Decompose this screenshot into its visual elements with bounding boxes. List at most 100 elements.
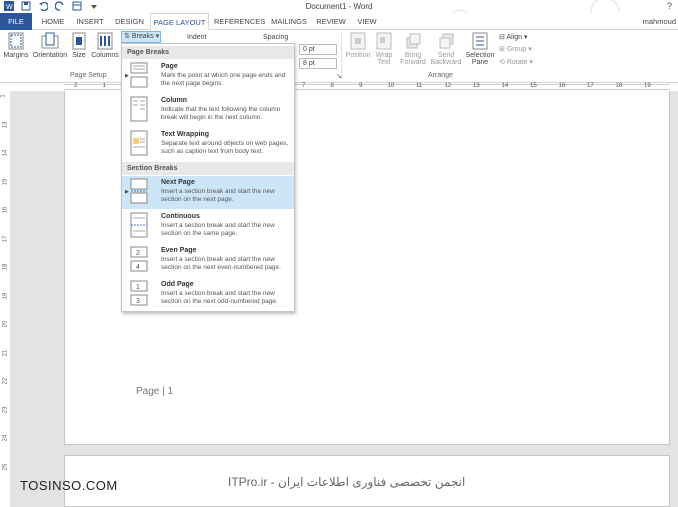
watermark-right: ITPro.ir - انجمن تخصصی فناوری اطلاعات ای… <box>228 475 466 489</box>
watermark-left: TOSINSO.COM <box>20 478 118 493</box>
svg-text:3: 3 <box>136 298 140 305</box>
selection-pane-label-2: Pane <box>471 59 489 66</box>
tab-view[interactable]: VIEW <box>354 13 380 30</box>
rotate-label: Rotate <box>506 59 528 66</box>
size-label: Size <box>72 52 86 59</box>
wrap-text-label-2: Text <box>377 59 391 66</box>
vruler-number: 16 <box>2 206 9 214</box>
columns-button[interactable]: Columns <box>91 32 119 59</box>
position-button[interactable]: Position <box>344 32 372 59</box>
ruler-number: 2 <box>74 83 78 89</box>
spacing-before-input[interactable]: 0 pt <box>299 44 337 55</box>
vruler-number: 18 <box>2 263 9 271</box>
tab-references[interactable]: REFERENCES <box>214 13 265 30</box>
vruler-number: 22 <box>2 377 9 385</box>
orientation-button[interactable]: Orientation <box>30 32 70 59</box>
send-backward-icon <box>439 33 454 49</box>
menu-item-column[interactable]: Column Indicate that the text following … <box>122 94 294 127</box>
ruler-number: 14 <box>501 83 509 89</box>
menu-item-title: Text Wrapping <box>161 131 209 138</box>
size-icon <box>72 32 86 50</box>
ruler-number: 10 <box>387 83 395 89</box>
arrange-group-label: Arrange <box>428 72 453 79</box>
wrap-text-icon <box>376 32 392 50</box>
rotate-button[interactable]: ⟲ Rotate ▾ <box>499 58 533 66</box>
ruler-number: 12 <box>444 83 452 89</box>
arrow-icon: ▶ <box>125 189 129 195</box>
arrow-icon: ▶ <box>125 73 129 79</box>
breaks-button[interactable]: ⇅ Breaks ▾ <box>121 31 161 43</box>
vruler-number: 20 <box>2 320 9 328</box>
columns-icon <box>97 32 113 50</box>
tab-design[interactable]: DESIGN <box>112 13 147 30</box>
tab-insert[interactable]: INSERT <box>74 13 106 30</box>
next-page-icon <box>130 178 148 204</box>
spacing-label: Spacing <box>263 34 289 41</box>
tab-mailings[interactable]: MAILINGS <box>269 13 309 30</box>
breaks-dropdown: Page Breaks ▶ Page Mark the point at whi… <box>121 43 295 312</box>
svg-text:1: 1 <box>136 284 140 291</box>
selection-pane-label-1: Selection <box>465 52 495 59</box>
menu-item-next-page[interactable]: ▶ Next Page Insert a section break and s… <box>122 176 294 209</box>
tab-page-layout[interactable]: PAGE LAYOUT <box>150 13 209 30</box>
column-break-icon <box>130 96 148 122</box>
menu-item-odd-page[interactable]: 13 Odd Page Insert a section break and s… <box>122 278 294 311</box>
breaks-label: Breaks <box>131 33 154 40</box>
tab-home[interactable]: HOME <box>38 13 68 30</box>
vruler-number: 17 <box>2 235 9 242</box>
ruler-number: 7 <box>302 83 306 89</box>
menu-item-desc: Insert a section break and start the new… <box>161 188 275 203</box>
vruler-number: 25 <box>2 463 9 470</box>
send-backward-button[interactable]: Send Backward <box>429 32 463 66</box>
ruler-number: 13 <box>473 83 480 89</box>
align-label: Align <box>506 34 523 41</box>
svg-text:2: 2 <box>136 250 140 257</box>
group-label: Group <box>506 46 527 53</box>
svg-text:4: 4 <box>136 264 140 271</box>
user-name[interactable]: mahmoud <box>643 17 676 26</box>
margins-label: Margins <box>3 52 29 59</box>
breaks-icon: ⇅ <box>124 33 130 40</box>
odd-page-icon: 13 <box>130 280 148 306</box>
continuous-icon <box>130 212 148 238</box>
spacing-after-input[interactable]: 8 pt <box>299 58 337 69</box>
menu-item-text-wrapping[interactable]: Text Wrapping Separate text around objec… <box>122 128 294 161</box>
ribbon: Margins Orientation Size Columns Page Se… <box>0 30 678 83</box>
menu-item-desc: Insert a section break and start the new… <box>161 256 281 271</box>
send-backward-label-1: Send <box>437 52 455 59</box>
menu-item-page[interactable]: ▶ Page Mark the point at which one page … <box>122 60 294 93</box>
tab-file[interactable]: FILE <box>0 13 32 30</box>
selection-pane-button[interactable]: Selection Pane <box>465 32 495 66</box>
wrap-text-button[interactable]: Wrap Text <box>373 32 395 66</box>
rotate-icon: ⟲ <box>499 59 507 66</box>
menu-item-desc: Insert a section break and start the new… <box>161 222 275 237</box>
menu-item-desc: Indicate that the text following the col… <box>161 106 281 121</box>
margins-button[interactable]: Margins <box>3 32 29 59</box>
menu-item-even-page[interactable]: 24 Even Page Insert a section break and … <box>122 244 294 277</box>
paragraph-launcher-icon[interactable]: ↘ <box>336 72 342 80</box>
bring-forward-label-1: Bring <box>404 52 422 59</box>
position-label: Position <box>345 52 371 59</box>
vruler-number: 15 <box>2 178 9 185</box>
menu-item-continuous[interactable]: Continuous Insert a section break and st… <box>122 210 294 243</box>
vruler-number: 14 <box>2 149 9 157</box>
group-button[interactable]: ⊞ Group ▾ <box>499 45 532 53</box>
position-icon <box>350 32 366 50</box>
ruler-number: 16 <box>558 83 566 89</box>
vruler-number: 13 <box>2 121 9 128</box>
size-button[interactable]: Size <box>70 32 88 59</box>
group-icon: ⊞ <box>499 46 507 53</box>
columns-label: Columns <box>91 52 119 59</box>
menu-item-title: Page <box>161 63 178 70</box>
margins-icon <box>8 32 24 50</box>
page-break-icon <box>130 62 148 88</box>
vruler-number: 19 <box>2 292 9 299</box>
bring-forward-label-2: Forward <box>400 59 426 66</box>
tab-review[interactable]: REVIEW <box>315 13 347 30</box>
selection-pane-icon <box>472 32 488 50</box>
align-button[interactable]: ⊟ Align ▾ <box>499 33 527 41</box>
vruler-number: 23 <box>2 406 9 413</box>
ruler-number: 11 <box>416 83 423 89</box>
even-page-icon: 24 <box>130 246 148 272</box>
bring-forward-button[interactable]: Bring Forward <box>397 32 429 66</box>
